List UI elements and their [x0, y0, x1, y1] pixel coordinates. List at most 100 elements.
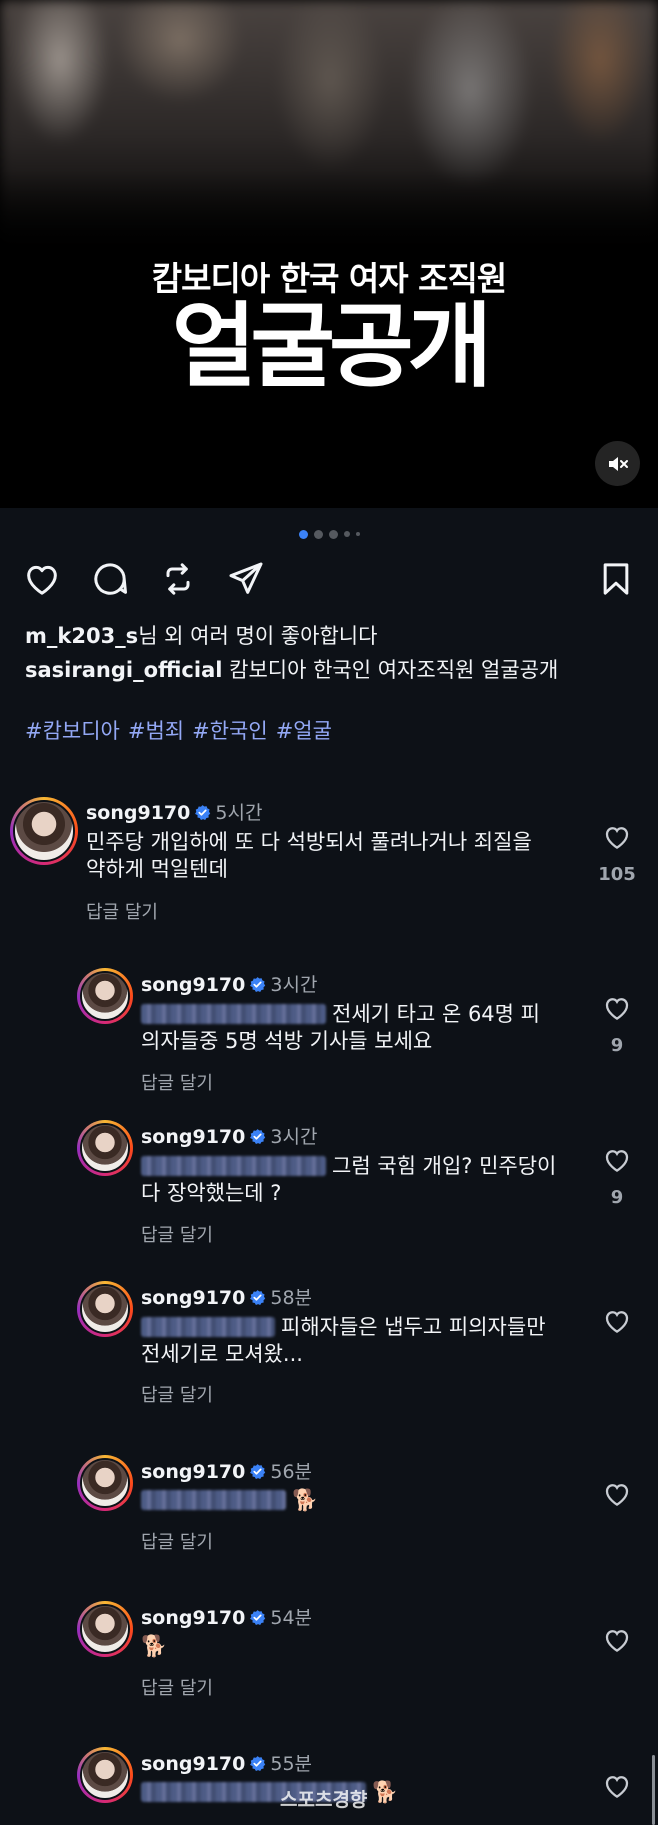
dog-emoji: 🐕: [372, 1780, 399, 1804]
hashtag[interactable]: #캄보디아: [25, 719, 120, 743]
avatar[interactable]: [10, 797, 78, 865]
mute-button[interactable]: [595, 441, 640, 486]
comment-line: 의자들중 5명 석방 기사들 보세요: [141, 1029, 433, 1053]
comment-like: 9: [597, 1145, 637, 1208]
like-count: 9: [610, 1035, 624, 1056]
verified-badge-icon: [195, 805, 211, 821]
author-username[interactable]: sasirangi_official: [25, 658, 222, 682]
avatar[interactable]: [77, 1455, 133, 1511]
hashtag[interactable]: #한국인: [192, 719, 268, 743]
action-bar: [0, 557, 658, 605]
like-count: 105: [598, 864, 636, 885]
post-media[interactable]: 캄보디아 한국 여자 조직원 얼굴공개: [0, 0, 658, 508]
like-button[interactable]: [20, 557, 64, 601]
reply-button[interactable]: 답글 달기: [141, 1069, 213, 1095]
share-button[interactable]: [224, 557, 268, 601]
avatar[interactable]: [77, 1120, 133, 1176]
comment-text: 🐕: [141, 1487, 318, 1514]
comment-header: song9170 58분: [141, 1283, 312, 1310]
carousel-dot: [298, 529, 308, 539]
comment-username[interactable]: song9170: [141, 1461, 245, 1483]
heart-icon[interactable]: [602, 1479, 632, 1509]
comment-username[interactable]: song9170: [86, 802, 190, 824]
repost-button[interactable]: [156, 557, 200, 601]
comment-username[interactable]: song9170: [141, 1126, 245, 1148]
verified-badge-icon: [250, 1610, 266, 1626]
reply-button[interactable]: 답글 달기: [141, 1221, 213, 1247]
blurred-mention: [141, 1156, 326, 1176]
comment-text: 민주당 개입하에 또 다 석방되서 풀려나거나 죄질을 약하게 먹일텐데: [86, 829, 532, 883]
comment-line: 피해자들은 냅두고 피의자들만: [281, 1315, 546, 1339]
hashtag[interactable]: #범죄: [128, 719, 184, 743]
comment-button[interactable]: [88, 557, 132, 601]
like-count: 9: [610, 1187, 624, 1208]
comment-time: 5시간: [215, 802, 263, 824]
avatar[interactable]: [77, 1601, 133, 1657]
comment-like: [597, 1479, 637, 1513]
comment-header: song9170 5시간: [86, 798, 262, 825]
heart-icon: [27, 565, 57, 595]
heart-icon[interactable]: [602, 1771, 632, 1801]
heart-icon[interactable]: [602, 1625, 632, 1655]
comment-line: 전세기 타고 온 64명 피: [332, 1002, 540, 1026]
comment-text: 전세기 타고 온 64명 피 의자들중 5명 석방 기사들 보세요: [141, 1001, 540, 1055]
carousel-dot: [343, 531, 350, 537]
avatar[interactable]: [77, 1747, 133, 1803]
repost-icon: [166, 563, 190, 595]
hashtag[interactable]: #얼굴: [276, 719, 332, 743]
comment-username[interactable]: song9170: [141, 1607, 245, 1629]
heart-icon[interactable]: [602, 1145, 632, 1175]
comment-line: 그럼 국힘 개입? 민주당이: [332, 1154, 557, 1178]
heart-icon[interactable]: [602, 822, 632, 852]
comment-text: 🐕: [141, 1633, 167, 1660]
heart-icon[interactable]: [602, 1306, 632, 1336]
comment-like: [597, 1771, 637, 1805]
media-title: 얼굴공개: [171, 293, 493, 400]
comment-icon: [94, 563, 127, 595]
avatar[interactable]: [77, 968, 133, 1024]
comment-header: song9170 54분: [141, 1603, 312, 1630]
comment-header: song9170 3시간: [141, 970, 317, 997]
comment-text: 그럼 국힘 개입? 민주당이 다 장악했는데 ?: [141, 1153, 556, 1207]
blurred-mention: [141, 1490, 286, 1510]
save-button[interactable]: [594, 557, 638, 601]
comment-time: 3시간: [270, 974, 318, 996]
comment-time: 3시간: [270, 1126, 318, 1148]
heart-icon[interactable]: [602, 993, 632, 1023]
reply-button[interactable]: 답글 달기: [141, 1674, 213, 1700]
comment-username[interactable]: song9170: [141, 974, 245, 996]
comment-like: 105: [597, 822, 637, 885]
dog-emoji: 🐕: [141, 1634, 168, 1658]
bookmark-icon: [603, 563, 629, 595]
post-caption: sasirangi_official 캄보디아 한국인 여자조직원 얼굴공개: [25, 654, 558, 684]
photo-fade: [0, 170, 658, 260]
comment-line: 약하게 먹일텐데: [86, 857, 228, 881]
reply-button[interactable]: 답글 달기: [141, 1381, 213, 1407]
hashtag-list: #캄보디아 #범죄 #한국인 #얼굴: [25, 715, 340, 745]
caption-text: 캄보디아 한국인 여자조직원 얼굴공개: [229, 658, 559, 682]
comment-line: 전세기로 모셔왔...: [141, 1342, 303, 1366]
likes-suffix: 님 외 여러 명이 좋아합니다: [138, 624, 378, 648]
comment-time: 56분: [270, 1461, 313, 1483]
reply-button[interactable]: 답글 달기: [86, 898, 158, 924]
comment-username[interactable]: song9170: [141, 1753, 245, 1775]
share-icon: [229, 562, 263, 594]
verified-badge-icon: [250, 1756, 266, 1772]
comment-time: 55분: [270, 1753, 313, 1775]
comment-like: [597, 1625, 637, 1659]
liker-username[interactable]: m_k203_s: [25, 624, 138, 648]
scrollbar[interactable]: [652, 1755, 655, 1825]
carousel-dot: [313, 529, 323, 539]
verified-badge-icon: [250, 1129, 266, 1145]
reply-button[interactable]: 답글 달기: [141, 1528, 213, 1554]
comment-line: 민주당 개입하에 또 다 석방되서 풀려나거나 죄질을: [86, 830, 532, 854]
dog-emoji: 🐕: [292, 1488, 319, 1512]
comment-username[interactable]: song9170: [141, 1287, 245, 1309]
blurred-mention: [141, 1004, 326, 1024]
avatar[interactable]: [77, 1281, 133, 1337]
carousel-dot: [328, 529, 338, 539]
carousel-indicator: [0, 528, 658, 540]
carousel-dot: [355, 532, 360, 536]
comment-time: 54분: [270, 1607, 313, 1629]
likes-summary: m_k203_s님 외 여러 명이 좋아합니다: [25, 620, 377, 650]
